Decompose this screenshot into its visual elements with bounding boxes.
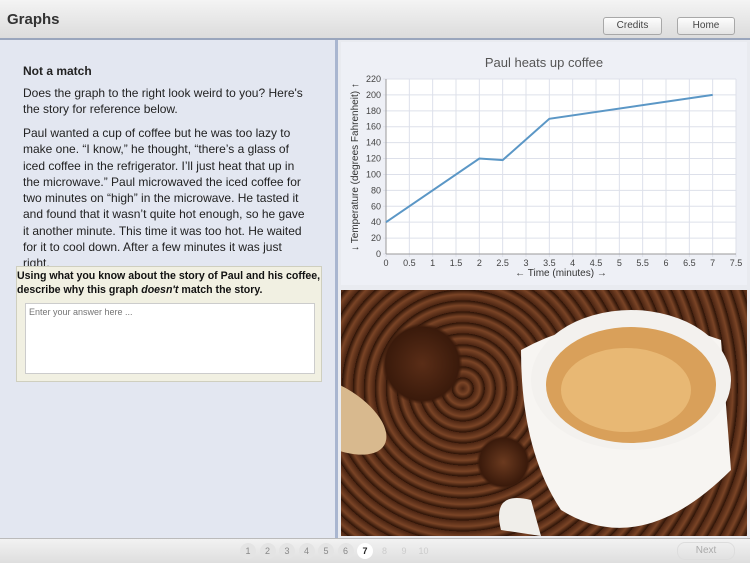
chart-panel: 0 0.5 1 1.5 2 2.5 3 3.5 4 4.5 5 5.5 6 6.5 7 7.5 0 20 40 60 8…	[341, 42, 747, 285]
credits-button[interactable]: Credits	[603, 17, 662, 35]
y-tick-label: 160	[366, 122, 381, 132]
x-tick-label: 6.5	[683, 258, 696, 268]
y-tick-label: 180	[366, 106, 381, 116]
home-button[interactable]: Home	[677, 17, 735, 35]
page-10-button: 10	[418, 546, 429, 556]
x-tick-label: 0.5	[403, 258, 416, 268]
chart-title: Paul heats up coffee	[485, 55, 603, 70]
page-1-button[interactable]: 1	[240, 543, 256, 559]
y-tick-label: 60	[371, 201, 381, 211]
x-tick-label: 4.5	[590, 258, 603, 268]
x-tick-label: 1.5	[450, 258, 463, 268]
page-7-button[interactable]: 7	[357, 543, 373, 559]
x-tick-label: 5.5	[636, 258, 649, 268]
x-tick-label: 2	[477, 258, 482, 268]
x-tick-label: 3.5	[543, 258, 556, 268]
x-tick-label: 2.5	[496, 258, 509, 268]
intro-text: Does the graph to the right look weird t…	[23, 86, 303, 117]
x-tick-label: 3	[523, 258, 528, 268]
page-3-button[interactable]: 3	[279, 543, 295, 559]
y-tick-label: 20	[371, 233, 381, 243]
coffee-cup-image	[341, 310, 731, 536]
page-6-button[interactable]: 6	[337, 543, 354, 559]
x-tick-label: 7	[710, 258, 715, 268]
question-emphasis: doesn't	[141, 284, 179, 296]
section-heading: Not a match	[23, 64, 92, 78]
story-panel: Not a match Does the graph to the right …	[0, 40, 338, 538]
header-bar: Graphs Credits Home	[0, 0, 750, 40]
page-8-button: 8	[381, 546, 387, 556]
x-tick-label: 6	[663, 258, 668, 268]
x-tick-label: 0	[383, 258, 388, 268]
pagination-bar: 1 2 3 4 5 6 7 8 9 10 Next	[0, 538, 750, 563]
line-chart: 0 0.5 1 1.5 2 2.5 3 3.5 4 4.5 5 5.5 6 6.5 7 7.5 0 20 40 60 8…	[350, 55, 743, 279]
y-tick-label: 80	[371, 185, 381, 195]
question-box: Using what you know about the story of P…	[16, 266, 322, 382]
y-tick-label: 220	[366, 74, 381, 84]
x-tick-label: 4	[570, 258, 575, 268]
page-4-button[interactable]: 4	[298, 543, 315, 559]
plot-area	[386, 79, 736, 254]
coffee-photo	[341, 290, 747, 536]
story-text: Paul wanted a cup of coffee but he was t…	[23, 126, 305, 271]
y-tick-label: 0	[376, 249, 381, 259]
answer-input[interactable]	[25, 303, 315, 374]
x-tick-label: 5	[617, 258, 622, 268]
x-tick-label: 7.5	[730, 258, 743, 268]
question-part: match the story.	[178, 284, 263, 296]
y-tick-label: 120	[366, 154, 381, 164]
y-axis-label: ↓ Temperature (degrees Fahrenheit) ↑	[350, 83, 361, 251]
page-9-button: 9	[401, 546, 407, 556]
next-button[interactable]: Next	[677, 542, 735, 560]
page-title: Graphs	[7, 11, 60, 28]
y-tick-label: 40	[371, 217, 381, 227]
question-text: Using what you know about the story of P…	[17, 269, 323, 297]
page-2-button[interactable]: 2	[259, 543, 276, 559]
y-tick-label: 100	[366, 169, 381, 179]
y-tick-label: 200	[366, 90, 381, 100]
x-axis-label: ← Time (minutes) →	[515, 268, 607, 279]
page-5-button[interactable]: 5	[318, 543, 334, 559]
x-tick-label: 1	[430, 258, 435, 268]
y-tick-label: 140	[366, 138, 381, 148]
